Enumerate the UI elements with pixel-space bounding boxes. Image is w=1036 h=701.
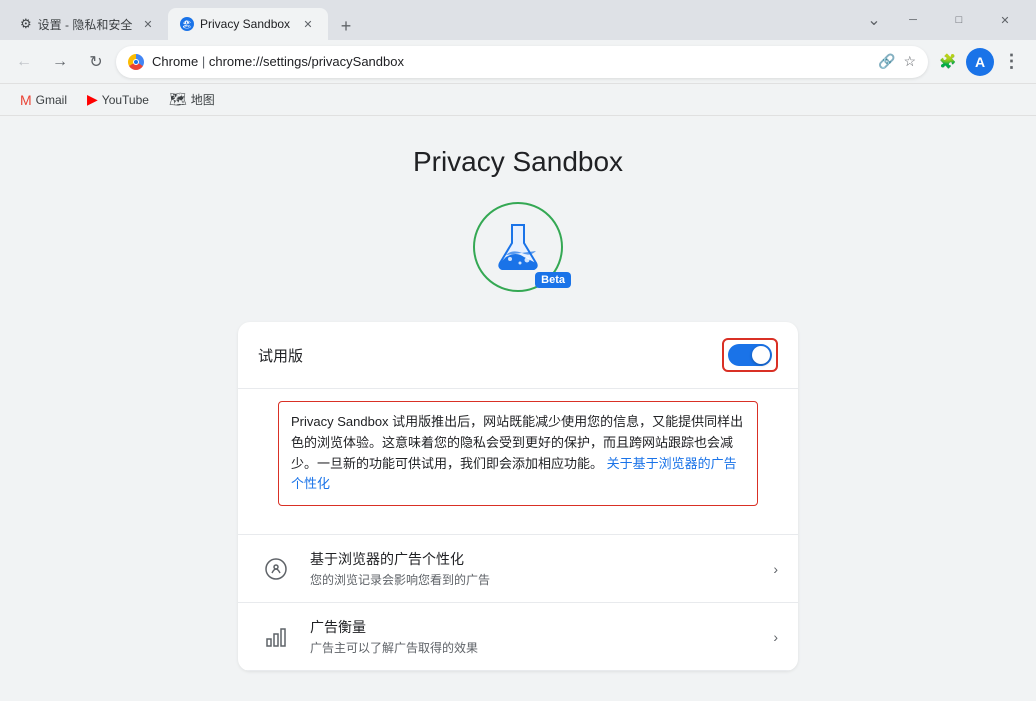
bookmark-maps[interactable]: 🗺 地图	[161, 87, 223, 112]
description-text: Privacy Sandbox 试用版推出后，网站既能减少使用您的信息，又能提供…	[291, 412, 745, 495]
ad-personalization-title: 基于浏览器的广告个性化	[310, 549, 757, 569]
ad-measurement-text: 广告衡量 广告主可以了解广告取得的效果	[310, 617, 757, 656]
bookmark-gmail-label: Gmail	[36, 93, 67, 107]
list-item-spam-reduction[interactable]: 垃圾内容和欺诈行为削减 协助网站打击欺诈行为以及区分机器人和真人 ›	[238, 670, 798, 671]
extensions-button[interactable]: 🧩	[932, 46, 964, 78]
bookmark-icon[interactable]: ☆	[903, 53, 916, 70]
logo-container: Beta	[473, 202, 563, 292]
list-item-ad-measurement[interactable]: 广告衡量 广告主可以了解广告取得的效果 ›	[238, 602, 798, 670]
ad-personalization-text: 基于浏览器的广告个性化 您的浏览记录会影响您看到的广告	[310, 549, 757, 588]
sandbox-tab-label: Privacy Sandbox	[200, 17, 290, 31]
bookmark-youtube[interactable]: ▶ YouTube	[79, 87, 157, 112]
gmail-icon: M	[20, 92, 32, 108]
tab-sandbox[interactable]: 🏖 Privacy Sandbox ✕	[168, 8, 328, 40]
trial-section: 试用版	[238, 322, 798, 389]
trial-toggle[interactable]	[728, 344, 772, 366]
profile-button[interactable]: A	[966, 48, 994, 76]
page-content: Privacy Sandbox Beta 试用版	[0, 116, 1036, 701]
toolbar-actions: 🧩 A ⋮	[932, 46, 1028, 78]
settings-tab-label: 设置 - 隐私和安全	[38, 16, 133, 33]
share-icon[interactable]: 🔗	[878, 53, 895, 70]
ad-measurement-title: 广告衡量	[310, 617, 757, 637]
bookmark-maps-label: 地图	[191, 91, 215, 108]
beta-badge: Beta	[535, 272, 571, 288]
close-button[interactable]: ✕	[982, 4, 1028, 36]
trial-label: 试用版	[258, 345, 303, 366]
settings-card: 试用版 Privacy Sandbox 试用版推出后，网站既能减少使用您的信息，…	[238, 322, 798, 671]
sandbox-tab-icon: 🏖	[180, 17, 194, 31]
ad-measurement-icon	[258, 619, 294, 655]
ad-personalization-subtitle: 您的浏览记录会影响您看到的广告	[310, 571, 757, 588]
menu-button[interactable]: ⋮	[996, 46, 1028, 78]
toolbar: ← → ↻ Chrome | chrome://settings/privacy…	[0, 40, 1036, 84]
description-section: Privacy Sandbox 试用版推出后，网站既能减少使用您的信息，又能提供…	[278, 401, 758, 506]
list-item-ad-personalization[interactable]: 基于浏览器的广告个性化 您的浏览记录会影响您看到的广告 ›	[238, 534, 798, 602]
bookmark-gmail[interactable]: M Gmail	[12, 88, 75, 112]
refresh-button[interactable]: ↻	[80, 46, 112, 78]
back-button[interactable]: ←	[8, 46, 40, 78]
tab-list-button[interactable]: ⌄	[858, 4, 890, 36]
bookmarks-bar: M Gmail ▶ YouTube 🗺 地图	[0, 84, 1036, 116]
ad-personalization-icon	[258, 551, 294, 587]
titlebar: ⚙ 设置 - 隐私和安全 ✕ 🏖 Privacy Sandbox ✕ + ⌄ ─…	[0, 0, 1036, 40]
tab-settings[interactable]: ⚙ 设置 - 隐私和安全 ✕	[8, 8, 168, 40]
bookmark-youtube-label: YouTube	[102, 93, 149, 107]
address-bar[interactable]: Chrome | chrome://settings/privacySandbo…	[116, 46, 928, 78]
ad-measurement-arrow: ›	[773, 629, 778, 645]
ad-measurement-subtitle: 广告主可以了解广告取得的效果	[310, 639, 757, 656]
maximize-button[interactable]: □	[936, 4, 982, 36]
sandbox-tab-close[interactable]: ✕	[300, 16, 316, 32]
minimize-button[interactable]: ─	[890, 4, 936, 36]
settings-tab-icon: ⚙	[20, 16, 32, 32]
settings-tab-close[interactable]: ✕	[140, 16, 156, 32]
site-security-icon	[128, 54, 144, 70]
toggle-wrapper	[722, 338, 778, 372]
page-title: Privacy Sandbox	[413, 146, 623, 178]
toggle-knob	[752, 346, 770, 364]
ad-personalization-arrow: ›	[773, 561, 778, 577]
window-controls: ⌄ ─ □ ✕	[858, 0, 1028, 40]
youtube-icon: ▶	[87, 91, 98, 108]
forward-button[interactable]: →	[44, 46, 76, 78]
address-text: Chrome | chrome://settings/privacySandbo…	[152, 54, 870, 69]
maps-icon: 🗺	[169, 91, 187, 108]
flask-icon	[492, 221, 544, 273]
new-tab-button[interactable]: +	[332, 12, 360, 40]
